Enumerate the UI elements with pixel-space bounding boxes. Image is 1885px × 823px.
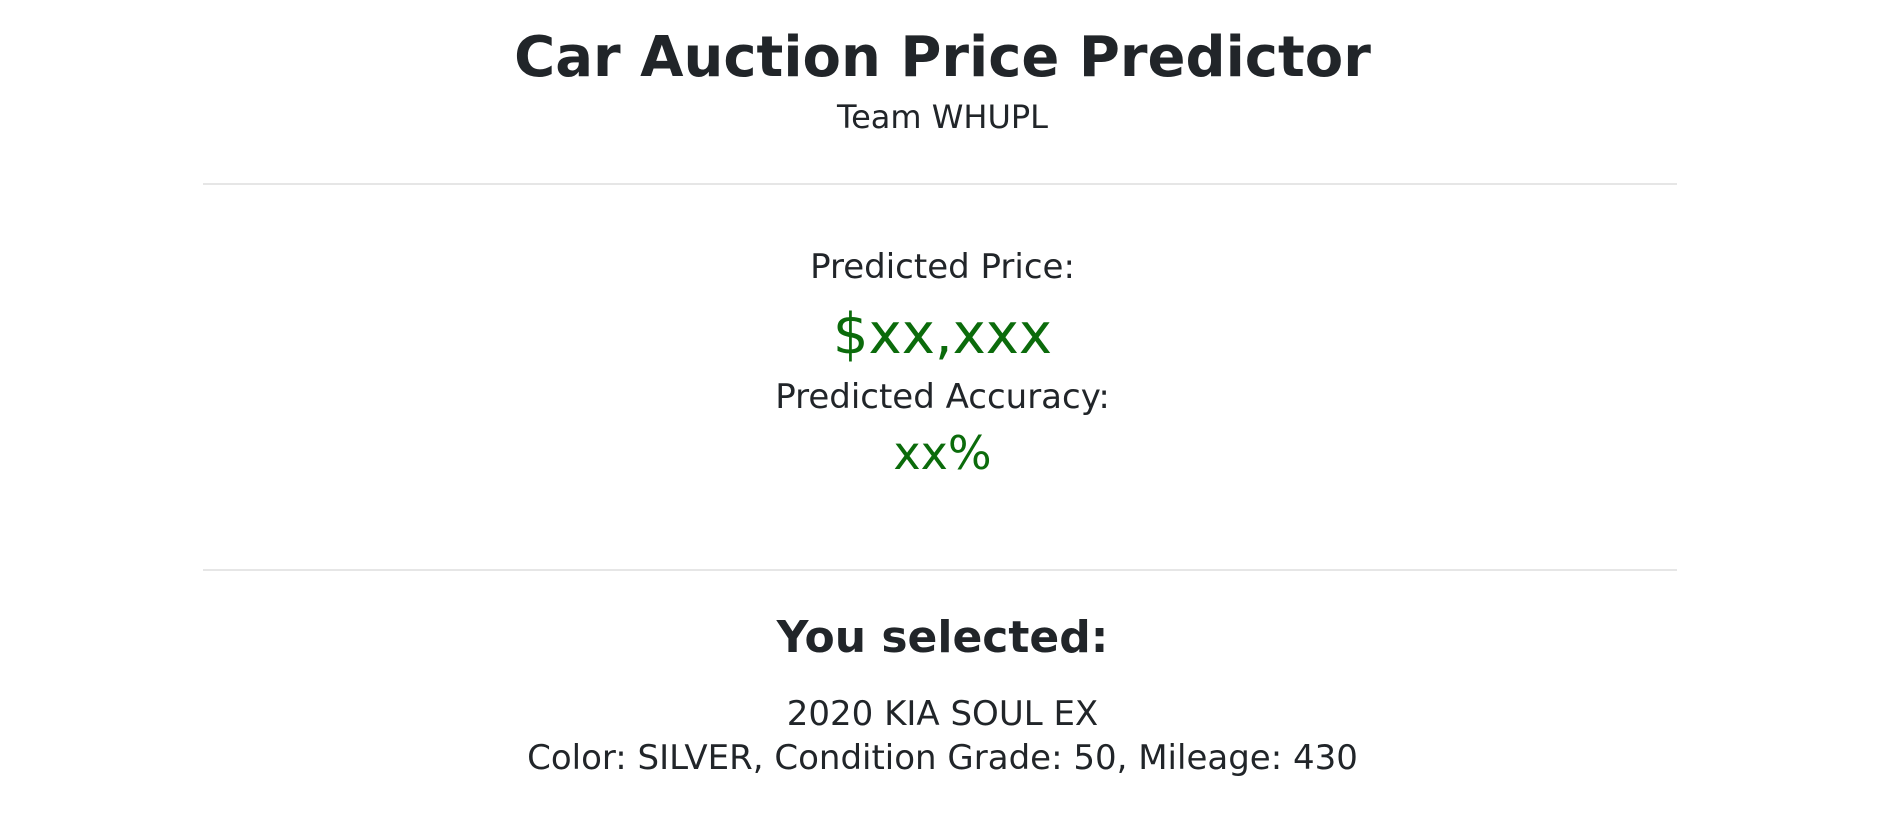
- selection-heading: You selected:: [776, 612, 1109, 663]
- page: Car Auction Price Predictor Team WHUPL P…: [0, 0, 1885, 823]
- predicted-accuracy-value: xx%: [893, 426, 992, 480]
- predicted-price-label: Predicted Price:: [810, 247, 1075, 287]
- team-name: Team WHUPL: [837, 98, 1048, 136]
- prediction-section: Predicted Price: $xx,xxx Predicted Accur…: [0, 243, 1885, 483]
- selected-car: 2020 KIA SOUL EX: [786, 694, 1099, 734]
- predicted-price-value: $xx,xxx: [832, 302, 1053, 367]
- page-title: Car Auction Price Predictor: [514, 25, 1371, 90]
- page-header: Car Auction Price Predictor Team WHUPL: [0, 0, 1885, 138]
- header-divider: [203, 183, 1677, 185]
- prediction-divider: [203, 569, 1677, 571]
- predicted-accuracy-label: Predicted Accuracy:: [775, 377, 1110, 417]
- selection-section: You selected: 2020 KIA SOUL EX Color: SI…: [0, 608, 1885, 780]
- selected-car-details: Color: SILVER, Condition Grade: 50, Mile…: [527, 738, 1358, 778]
